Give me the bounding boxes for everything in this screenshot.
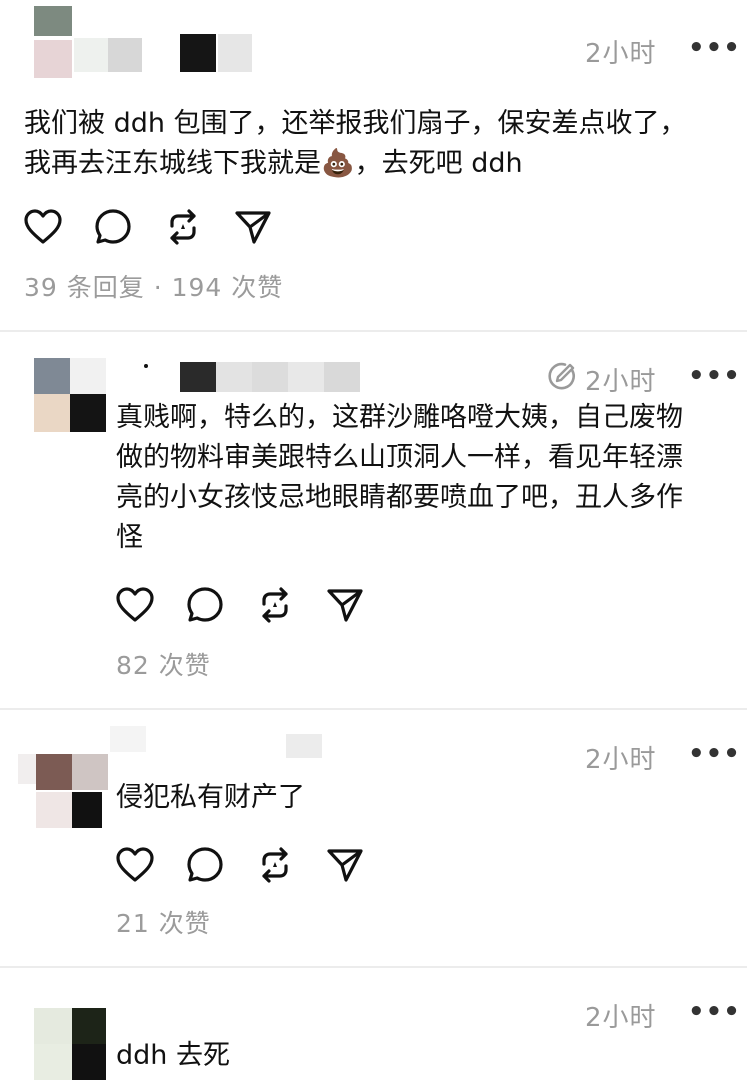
post-time: 2小时 bbox=[585, 367, 657, 397]
action-bar bbox=[114, 844, 366, 886]
more-options-button[interactable]: ••• bbox=[688, 997, 741, 1027]
post-1: 2小时 ••• 我们被 ddh 包围了，还举报我们扇子，保安差点收了， 我再去汪… bbox=[0, 0, 747, 330]
post-3: 2小时 ••• 侵犯私有财产了 21 次赞 bbox=[0, 710, 747, 966]
action-bar bbox=[114, 584, 366, 626]
post-text: 我们被 ddh 包围了，还举报我们扇子，保安差点收了， 我再去汪东城线下我就是💩… bbox=[24, 108, 687, 179]
post-text: 侵犯私有财产了 bbox=[116, 782, 305, 813]
post-time: 2小时 bbox=[585, 745, 657, 775]
censored-username[interactable] bbox=[74, 34, 264, 74]
action-bar bbox=[22, 206, 274, 248]
censored-username[interactable] bbox=[110, 726, 330, 760]
share-icon[interactable] bbox=[324, 584, 366, 626]
censored-avatar[interactable] bbox=[18, 730, 110, 830]
comment-icon[interactable] bbox=[184, 584, 226, 626]
heart-icon[interactable] bbox=[22, 206, 64, 248]
more-options-button[interactable]: ••• bbox=[688, 33, 741, 63]
post-stats[interactable]: 39 条回复 · 194 次赞 bbox=[24, 268, 283, 304]
post-2: 2小时 ••• 真贱啊，特么的，这群沙雕咯噔大姨，自己废物 做的物料审美跟特么山… bbox=[0, 332, 747, 708]
post-stats[interactable]: 82 次赞 bbox=[116, 646, 211, 682]
repost-icon[interactable] bbox=[162, 206, 204, 248]
repost-icon[interactable] bbox=[254, 844, 296, 886]
post-time: 2小时 bbox=[585, 39, 657, 69]
heart-icon[interactable] bbox=[114, 844, 156, 886]
heart-icon[interactable] bbox=[114, 584, 156, 626]
censored-avatar[interactable] bbox=[34, 358, 106, 434]
post-4: 2小时 ••• ddh 去死 bbox=[0, 968, 747, 1080]
repost-icon[interactable] bbox=[254, 584, 296, 626]
censored-avatar[interactable] bbox=[34, 6, 74, 78]
post-text: ddh 去死 bbox=[116, 1040, 230, 1071]
comment-icon[interactable] bbox=[184, 844, 226, 886]
post-text: 真贱啊，特么的，这群沙雕咯噔大姨，自己废物 做的物料审美跟特么山顶洞人一样，看见… bbox=[116, 402, 683, 553]
censored-avatar[interactable] bbox=[34, 1008, 110, 1080]
share-icon[interactable] bbox=[324, 844, 366, 886]
edited-icon bbox=[546, 360, 578, 396]
censored-username[interactable] bbox=[140, 358, 360, 394]
more-options-button[interactable]: ••• bbox=[688, 361, 741, 391]
post-stats[interactable]: 21 次赞 bbox=[116, 904, 211, 940]
share-icon[interactable] bbox=[232, 206, 274, 248]
more-options-button[interactable]: ••• bbox=[688, 739, 741, 769]
post-time: 2小时 bbox=[585, 1003, 657, 1033]
comment-icon[interactable] bbox=[92, 206, 134, 248]
